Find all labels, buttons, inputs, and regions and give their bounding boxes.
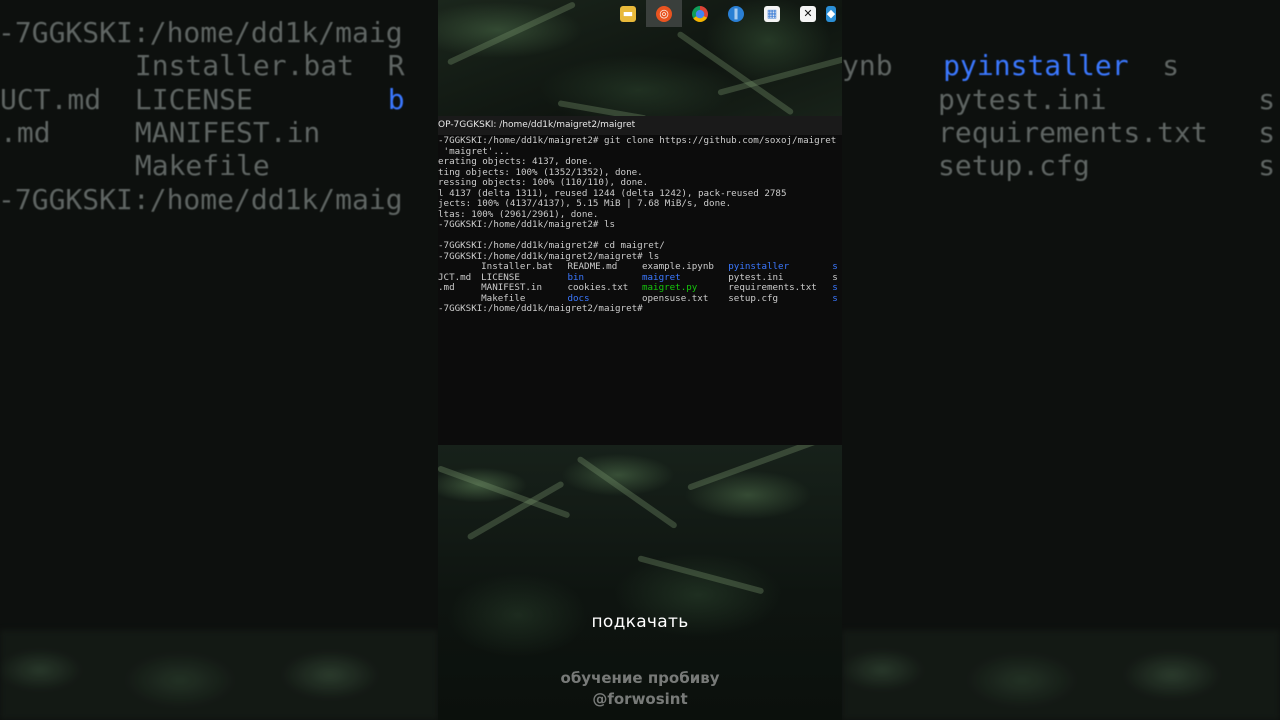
ls-cell: README.md bbox=[567, 262, 618, 272]
watermark: обучение пробиву @forwosint bbox=[438, 668, 842, 710]
file-explorer-icon-glyph: ▬ bbox=[620, 5, 636, 22]
store-icon[interactable]: ▦ bbox=[754, 0, 790, 27]
background-left-blur: -7GGKSKI:/home/dd1k/maig Installer.bat R… bbox=[0, 0, 438, 720]
bg-leaf-band bbox=[0, 630, 438, 720]
ls-cell: LICENSE bbox=[481, 272, 520, 283]
ls-cell bbox=[438, 262, 481, 273]
ls-cell-dir: pyinstaller bbox=[728, 262, 790, 272]
wallpaper-top: ▬ ◎ ● ∥ ▦ ✕ ◆ bbox=[438, 0, 842, 116]
bg-right-line: ynb pyinstaller s bbox=[842, 49, 1180, 82]
ls-cell-dir: docs bbox=[567, 293, 590, 304]
subtitle-caption: подкачать bbox=[591, 612, 689, 632]
bg-right-line: requirements.txt s bbox=[938, 116, 1276, 149]
terminal-line: -7GGKSKI:/home/dd1k/maigret2/maigret# ls bbox=[438, 251, 660, 262]
ls-cell: JCT.md bbox=[438, 272, 472, 283]
chrome-icon[interactable]: ● bbox=[682, 0, 718, 27]
ls-cell: s bbox=[832, 272, 838, 283]
bg-left-line: .md MANIFEST.in bbox=[0, 116, 321, 149]
bg-left-line: -7GGKSKI:/home/dd1k/maig bbox=[0, 183, 403, 216]
ls-cell: requirements.txt bbox=[728, 283, 817, 293]
ubuntu-icon[interactable]: ◎ bbox=[646, 0, 682, 27]
background-right-blur: ynb pyinstaller s pytest.ini s requireme… bbox=[842, 0, 1280, 720]
capcut-icon[interactable]: ✕ bbox=[790, 0, 826, 27]
ls-cell: .md bbox=[438, 283, 455, 293]
terminal-prompt[interactable]: -7GGKSKI:/home/dd1k/maigret2/maigret# bbox=[438, 304, 842, 315]
app-icon[interactable]: ◆ bbox=[826, 0, 840, 27]
terminal-output: -7GGKSKI:/home/dd1k/maigret2# git clone … bbox=[438, 135, 842, 315]
app-icon-glyph: ◆ bbox=[826, 5, 836, 22]
ls-row: .md MANIFEST.in cookies.txt maigret.py r… bbox=[438, 283, 842, 294]
ls-cell: Installer.bat bbox=[481, 262, 554, 272]
terminal-line: jects: 100% (4137/4137), 5.15 MiB | 7.68… bbox=[438, 199, 732, 209]
terminal-line: l 4137 (delta 1311), reused 1244 (delta … bbox=[438, 188, 787, 199]
ls-cell: s bbox=[832, 262, 838, 272]
audio-app-icon[interactable]: ∥ bbox=[718, 0, 754, 27]
bg-right-line: pytest.ini s bbox=[938, 83, 1276, 116]
bg-leaf-band bbox=[842, 630, 1280, 720]
ls-cell: setup.cfg bbox=[728, 293, 779, 304]
terminal-line: erating objects: 4137, done. bbox=[438, 157, 593, 167]
ls-cell: s bbox=[832, 283, 838, 293]
bg-left-line: -7GGKSKI:/home/dd1k/maig bbox=[0, 16, 403, 49]
watermark-handle: @forwosint bbox=[592, 690, 688, 708]
ls-cell bbox=[438, 294, 481, 305]
audio-app-icon-glyph: ∥ bbox=[728, 5, 744, 22]
ls-row: JCT.md LICENSE bin maigret pytest.ini s bbox=[438, 273, 842, 284]
ubuntu-icon-glyph: ◎ bbox=[656, 5, 672, 22]
terminal-line: 'maigret'... bbox=[438, 146, 510, 157]
ls-cell: Makefile bbox=[481, 293, 526, 304]
ls-cell: MANIFEST.in bbox=[481, 283, 542, 293]
bg-left-line: Makefile bbox=[0, 149, 270, 182]
ls-cell-exec: maigret.py bbox=[641, 283, 698, 293]
ls-cell: s bbox=[832, 293, 838, 304]
file-explorer-icon[interactable]: ▬ bbox=[610, 0, 646, 27]
terminal-line: ltas: 100% (2961/2961), done. bbox=[438, 209, 599, 220]
chrome-icon-glyph: ● bbox=[692, 5, 708, 22]
terminal-line: -7GGKSKI:/home/dd1k/maigret2# cd maigret… bbox=[438, 241, 665, 251]
bg-left-line: UCT.md LICENSE b bbox=[0, 83, 405, 116]
ls-cell: example.ipynb bbox=[641, 262, 714, 272]
bg-right-line: setup.cfg s bbox=[938, 149, 1276, 182]
ls-cell: opensuse.txt bbox=[641, 293, 709, 304]
terminal-line: -7GGKSKI:/home/dd1k/maigret2# ls bbox=[438, 220, 616, 230]
capcut-icon-glyph: ✕ bbox=[800, 5, 816, 22]
ls-cell: cookies.txt bbox=[567, 283, 629, 293]
watermark-line: обучение пробиву bbox=[560, 669, 720, 687]
taskbar-tray: ▬ ◎ ● ∥ ▦ ✕ ◆ bbox=[610, 0, 840, 27]
ls-row: Makefile docs opensuse.txt setup.cfg s bbox=[438, 294, 842, 305]
terminal-title: OP-7GGKSKI: /home/dd1k/maigret2/maigret bbox=[438, 116, 842, 135]
bg-left-line: Installer.bat R bbox=[0, 49, 405, 82]
ls-cell: pytest.ini bbox=[728, 272, 784, 283]
video-frame: ▬ ◎ ● ∥ ▦ ✕ ◆ OP-7GGKSKI: /home/dd1k/mai… bbox=[438, 0, 842, 720]
terminal-window[interactable]: OP-7GGKSKI: /home/dd1k/maigret2/maigret … bbox=[438, 116, 842, 445]
store-icon-glyph: ▦ bbox=[764, 5, 780, 22]
terminal-line: ressing objects: 100% (110/110), done. bbox=[438, 178, 649, 188]
terminal-line: -7GGKSKI:/home/dd1k/maigret2# git clone … bbox=[438, 136, 837, 146]
ls-cell-dir: bin bbox=[567, 272, 585, 283]
terminal-line: ting objects: 100% (1352/1352), done. bbox=[438, 167, 643, 178]
ls-row: Installer.bat README.md example.ipynb py… bbox=[438, 262, 842, 273]
ls-cell-dir: maigret bbox=[641, 272, 681, 283]
